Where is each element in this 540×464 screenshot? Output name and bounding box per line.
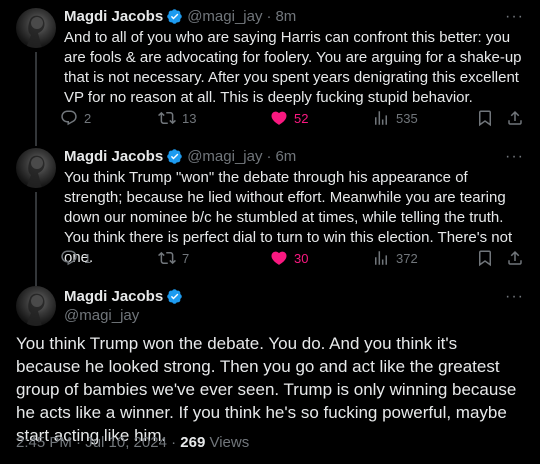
action-bar: 2 13 52 535 xyxy=(60,108,530,128)
like-button[interactable]: 52 xyxy=(270,108,308,128)
views-icon xyxy=(375,111,387,125)
repost-icon xyxy=(158,251,176,265)
repost-button[interactable]: 13 xyxy=(158,108,196,128)
thread-connector xyxy=(35,52,37,140)
like-icon xyxy=(271,111,287,125)
avatar[interactable] xyxy=(16,8,56,48)
author-handle[interactable]: @magi_jay xyxy=(187,8,262,25)
view-count: 269 xyxy=(180,434,206,451)
views-label: Views xyxy=(205,434,250,451)
tweet-metadata: 2:45 PM · Jul 10, 2024 · 269 Views xyxy=(16,434,249,451)
bookmark-button[interactable] xyxy=(476,248,500,268)
bookmark-icon xyxy=(479,110,491,127)
timestamp[interactable]: 2:45 PM · Jul 10, 2024 · xyxy=(16,434,180,451)
like-count: 52 xyxy=(294,110,309,126)
views-icon xyxy=(375,251,387,265)
avatar[interactable] xyxy=(16,286,56,326)
share-icon xyxy=(508,250,522,265)
separator-dot: · xyxy=(266,8,272,25)
thread-connector xyxy=(35,192,37,280)
avatar[interactable] xyxy=(16,148,56,188)
repost-count: 13 xyxy=(182,110,197,126)
views-button[interactable]: 535 xyxy=(372,108,418,128)
reply-button[interactable]: 2 xyxy=(60,108,91,128)
author-handle[interactable]: @magi_jay xyxy=(187,148,262,165)
more-icon[interactable]: ··· xyxy=(505,288,524,306)
bookmark-button[interactable] xyxy=(476,108,500,128)
reply-icon xyxy=(61,250,77,266)
view-count: 372 xyxy=(396,250,418,266)
tweet-text: You think Trump won the debate. You do. … xyxy=(16,334,517,445)
action-bar: 1 7 30 372 xyxy=(60,248,530,268)
author-handle[interactable]: @magi_jay xyxy=(64,307,183,324)
author-name[interactable]: Magdi Jacobs xyxy=(64,8,163,25)
reply-count: 2 xyxy=(84,110,92,126)
views-button[interactable]: 372 xyxy=(372,248,418,268)
tweet-header: Magdi Jacobs @magi_jay · 6m xyxy=(64,148,296,165)
like-count: 30 xyxy=(294,250,309,266)
view-count: 535 xyxy=(396,110,418,126)
repost-icon xyxy=(158,111,176,125)
repost-count: 7 xyxy=(182,250,190,266)
more-icon[interactable]: ··· xyxy=(505,148,524,166)
tweet-header: Magdi Jacobs @magi_jay xyxy=(64,288,183,324)
like-icon xyxy=(271,251,287,265)
verified-badge-icon xyxy=(167,289,182,304)
tweet-text: And to all of you who are saying Harris … xyxy=(64,29,522,106)
more-icon[interactable]: ··· xyxy=(505,8,524,26)
reply-count: 1 xyxy=(84,250,92,266)
verified-badge-icon xyxy=(167,149,182,164)
tweet-time[interactable]: 8m xyxy=(275,8,296,25)
thread-connector xyxy=(35,140,37,146)
tweet-time[interactable]: 6m xyxy=(275,148,296,165)
author-name[interactable]: Magdi Jacobs xyxy=(64,148,163,165)
share-icon xyxy=(508,110,522,125)
separator-dot: · xyxy=(266,148,272,165)
tweet-header: Magdi Jacobs @magi_jay · 8m xyxy=(64,8,296,25)
repost-button[interactable]: 7 xyxy=(158,248,189,268)
share-button[interactable] xyxy=(506,108,530,128)
author-name[interactable]: Magdi Jacobs xyxy=(64,288,163,305)
bookmark-icon xyxy=(479,250,491,267)
verified-badge-icon xyxy=(167,9,182,24)
reply-button[interactable]: 1 xyxy=(60,248,91,268)
reply-icon xyxy=(61,110,77,126)
share-button[interactable] xyxy=(506,248,530,268)
like-button[interactable]: 30 xyxy=(270,248,308,268)
